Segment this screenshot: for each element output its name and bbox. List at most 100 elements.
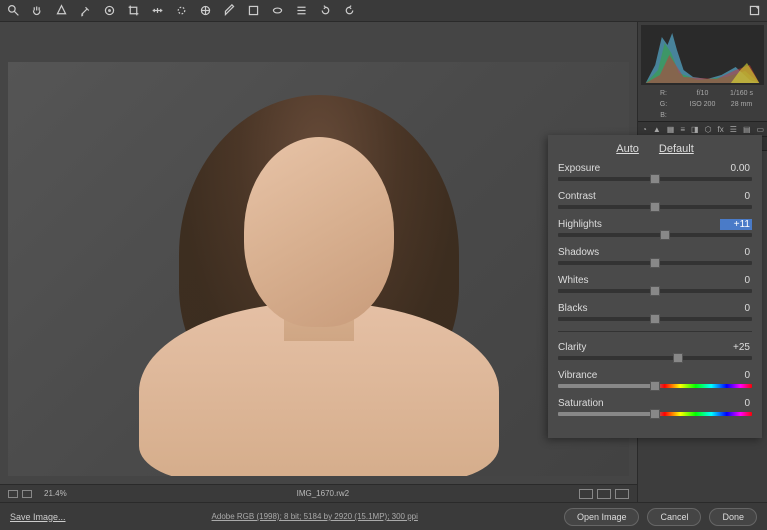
- slider-value[interactable]: 0.00: [720, 163, 752, 174]
- slider-value[interactable]: +11: [720, 219, 752, 230]
- slider-thumb[interactable]: [660, 230, 670, 240]
- slider-vibrance: Vibrance 0: [558, 370, 752, 388]
- tab-preset-icon[interactable]: ▤: [743, 124, 751, 134]
- sb-filmstrip-icon[interactable]: [8, 490, 18, 498]
- spot-tool-icon[interactable]: [174, 4, 188, 18]
- zoom-tool-icon[interactable]: [6, 4, 20, 18]
- slider-thumb[interactable]: [650, 202, 660, 212]
- tab-lens-icon[interactable]: ⬡: [705, 124, 712, 134]
- slider-blacks: Blacks 0: [558, 303, 752, 321]
- histo-info-3: B:: [638, 110, 767, 121]
- sampler-tool-icon[interactable]: [78, 4, 92, 18]
- slider-thumb[interactable]: [650, 286, 660, 296]
- slider-label: Exposure: [558, 163, 600, 174]
- slider-label: Shadows: [558, 247, 599, 258]
- histogram[interactable]: [641, 25, 764, 85]
- crop-tool-icon[interactable]: [126, 4, 140, 18]
- slider-whites: Whites 0: [558, 275, 752, 293]
- filename: IMG_1670.rw2: [67, 489, 579, 498]
- slider-track[interactable]: [558, 205, 752, 209]
- slider-value[interactable]: 0: [720, 275, 752, 286]
- slider-thumb[interactable]: [650, 314, 660, 324]
- slider-track[interactable]: [558, 177, 752, 181]
- image-preview[interactable]: [8, 62, 629, 476]
- slider-value[interactable]: 0: [720, 398, 752, 409]
- slider-track[interactable]: [558, 384, 752, 388]
- open-image-button[interactable]: Open Image: [564, 508, 640, 526]
- iso: ISO 200: [683, 101, 722, 108]
- slider-track[interactable]: [558, 261, 752, 265]
- adjustments-panel: Auto Default Exposure 0.00 Contrast 0 Highli…: [548, 135, 762, 438]
- slider-highlights: Highlights +11: [558, 219, 752, 237]
- sb-compare-icon[interactable]: [22, 490, 32, 498]
- aperture: f/10: [683, 90, 722, 97]
- r-label: R:: [644, 90, 683, 97]
- divider: [558, 331, 752, 332]
- rotate-cw-icon[interactable]: [342, 4, 356, 18]
- tab-hsl-icon[interactable]: ≡: [680, 124, 685, 134]
- slider-label: Whites: [558, 275, 589, 286]
- tab-detail-icon[interactable]: ▦: [667, 124, 675, 134]
- canvas-status-bar: 21.4% IMG_1670.rw2: [0, 484, 637, 502]
- radial-tool-icon[interactable]: [270, 4, 284, 18]
- auto-link[interactable]: Auto: [616, 143, 639, 155]
- slider-thumb[interactable]: [650, 258, 660, 268]
- target-tool-icon[interactable]: [102, 4, 116, 18]
- zoom-level[interactable]: 21.4%: [44, 489, 67, 498]
- straighten-tool-icon[interactable]: [150, 4, 164, 18]
- slider-saturation: Saturation 0: [558, 398, 752, 416]
- redeye-tool-icon[interactable]: [198, 4, 212, 18]
- slider-value[interactable]: 0: [720, 303, 752, 314]
- slider-track[interactable]: [558, 233, 752, 237]
- wb-tool-icon[interactable]: [54, 4, 68, 18]
- tab-fx-icon[interactable]: fx: [718, 124, 724, 134]
- slider-contrast: Contrast 0: [558, 191, 752, 209]
- slider-track[interactable]: [558, 289, 752, 293]
- slider-thumb[interactable]: [650, 381, 660, 391]
- slider-value[interactable]: 0: [720, 247, 752, 258]
- g-label: G:: [644, 101, 683, 108]
- slider-exposure: Exposure 0.00: [558, 163, 752, 181]
- tab-curve-icon[interactable]: ▲: [653, 124, 661, 134]
- shutter: 1/160 s: [722, 90, 761, 97]
- camera-raw-dialog: 21.4% IMG_1670.rw2 R: f/10 1/160 s: [0, 0, 767, 530]
- slider-value[interactable]: 0: [720, 191, 752, 202]
- slider-shadows: Shadows 0: [558, 247, 752, 265]
- save-image-link[interactable]: Save Image...: [10, 512, 66, 522]
- slider-label: Saturation: [558, 398, 604, 409]
- list-icon[interactable]: [294, 4, 308, 18]
- footer: Save Image... Adobe RGB (1998); 8 bit; 5…: [0, 502, 767, 530]
- slider-thumb[interactable]: [673, 353, 683, 363]
- auto-default-row: Auto Default: [558, 143, 752, 155]
- slider-value[interactable]: +25: [720, 342, 752, 353]
- slider-label: Contrast: [558, 191, 596, 202]
- tab-cal-icon[interactable]: ☰: [730, 124, 737, 134]
- slider-value[interactable]: 0: [720, 370, 752, 381]
- brush-tool-icon[interactable]: [222, 4, 236, 18]
- histo-info-2: G: ISO 200 28 mm: [638, 99, 767, 110]
- grad-tool-icon[interactable]: [246, 4, 260, 18]
- done-button[interactable]: Done: [709, 508, 757, 526]
- slider-track[interactable]: [558, 412, 752, 416]
- slider-clarity: Clarity+25: [558, 342, 752, 360]
- preferences-icon[interactable]: [747, 4, 761, 18]
- tab-split-icon[interactable]: ◨: [691, 124, 699, 134]
- slider-label: Highlights: [558, 219, 602, 230]
- portrait-placeholder: [8, 62, 629, 476]
- slider-label: Blacks: [558, 303, 587, 314]
- canvas-area: 21.4% IMG_1670.rw2: [0, 22, 637, 502]
- slider-thumb[interactable]: [650, 174, 660, 184]
- cancel-button[interactable]: Cancel: [647, 508, 701, 526]
- slider-track[interactable]: [558, 317, 752, 321]
- view-switch[interactable]: [579, 489, 629, 499]
- histo-info-1: R: f/10 1/160 s: [638, 88, 767, 99]
- tab-basic-icon[interactable]: ◔: [642, 124, 647, 134]
- slider-track[interactable]: [558, 356, 752, 360]
- slider-label: Vibrance: [558, 370, 597, 381]
- slider-thumb[interactable]: [650, 409, 660, 419]
- rotate-ccw-icon[interactable]: [318, 4, 332, 18]
- hand-tool-icon[interactable]: [30, 4, 44, 18]
- workflow-link[interactable]: Adobe RGB (1998); 8 bit; 5184 by 2920 (1…: [74, 512, 556, 521]
- tab-snap-icon[interactable]: ▭: [757, 124, 765, 134]
- default-link[interactable]: Default: [659, 143, 694, 155]
